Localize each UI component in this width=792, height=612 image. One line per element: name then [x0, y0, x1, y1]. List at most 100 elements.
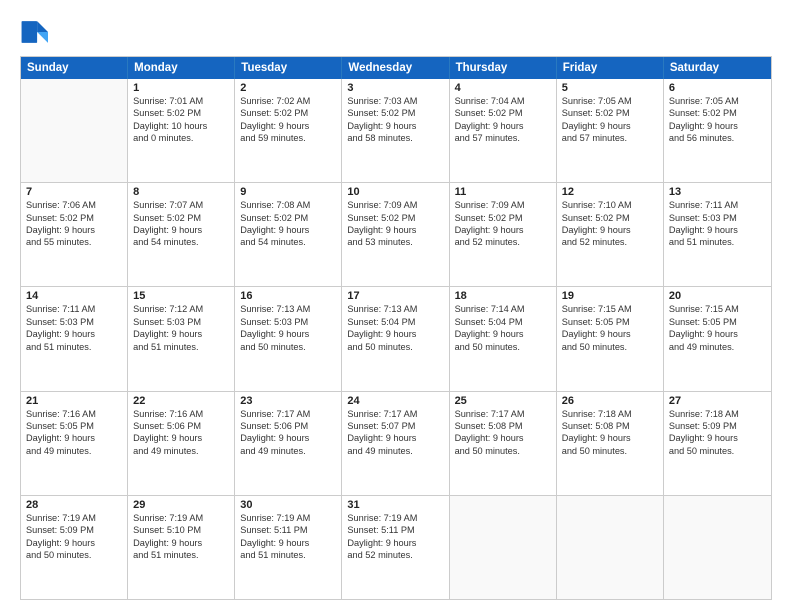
- cell-line: and 51 minutes.: [669, 236, 766, 248]
- cell-line: Daylight: 9 hours: [133, 328, 229, 340]
- cell-line: Daylight: 9 hours: [562, 328, 658, 340]
- cell-line: Daylight: 9 hours: [347, 328, 443, 340]
- cell-line: Daylight: 9 hours: [455, 328, 551, 340]
- cell-line: and 59 minutes.: [240, 132, 336, 144]
- day-number: 5: [562, 82, 658, 94]
- cell-line: Sunrise: 7:09 AM: [455, 199, 551, 211]
- cal-cell: [21, 79, 128, 182]
- day-number: 30: [240, 499, 336, 511]
- cal-cell: 7Sunrise: 7:06 AMSunset: 5:02 PMDaylight…: [21, 183, 128, 286]
- cell-line: Sunset: 5:11 PM: [347, 524, 443, 536]
- cell-line: Sunset: 5:10 PM: [133, 524, 229, 536]
- cell-line: Daylight: 9 hours: [455, 432, 551, 444]
- cal-cell: 12Sunrise: 7:10 AMSunset: 5:02 PMDayligh…: [557, 183, 664, 286]
- header-day-saturday: Saturday: [664, 57, 771, 79]
- cell-line: Daylight: 10 hours: [133, 120, 229, 132]
- cal-cell: 2Sunrise: 7:02 AMSunset: 5:02 PMDaylight…: [235, 79, 342, 182]
- cell-line: Sunset: 5:05 PM: [562, 316, 658, 328]
- cell-line: Sunrise: 7:17 AM: [347, 408, 443, 420]
- cell-line: Sunset: 5:03 PM: [26, 316, 122, 328]
- day-number: 13: [669, 186, 766, 198]
- cell-line: Daylight: 9 hours: [133, 537, 229, 549]
- day-number: 11: [455, 186, 551, 198]
- cell-line: Sunset: 5:02 PM: [133, 107, 229, 119]
- cell-line: and 51 minutes.: [26, 341, 122, 353]
- cal-cell: 27Sunrise: 7:18 AMSunset: 5:09 PMDayligh…: [664, 392, 771, 495]
- calendar-body: 1Sunrise: 7:01 AMSunset: 5:02 PMDaylight…: [21, 79, 771, 599]
- cell-line: Daylight: 9 hours: [240, 537, 336, 549]
- cell-line: and 57 minutes.: [455, 132, 551, 144]
- cell-line: and 0 minutes.: [133, 132, 229, 144]
- cell-line: Sunset: 5:03 PM: [133, 316, 229, 328]
- cal-cell: [450, 496, 557, 599]
- cell-line: Sunrise: 7:02 AM: [240, 95, 336, 107]
- cal-cell: 9Sunrise: 7:08 AMSunset: 5:02 PMDaylight…: [235, 183, 342, 286]
- cell-line: Sunset: 5:02 PM: [347, 107, 443, 119]
- cal-cell: 4Sunrise: 7:04 AMSunset: 5:02 PMDaylight…: [450, 79, 557, 182]
- cal-cell: 30Sunrise: 7:19 AMSunset: 5:11 PMDayligh…: [235, 496, 342, 599]
- day-number: 24: [347, 395, 443, 407]
- day-number: 7: [26, 186, 122, 198]
- cell-line: and 52 minutes.: [347, 549, 443, 561]
- cell-line: Sunrise: 7:19 AM: [26, 512, 122, 524]
- day-number: 27: [669, 395, 766, 407]
- week-row-4: 21Sunrise: 7:16 AMSunset: 5:05 PMDayligh…: [21, 391, 771, 495]
- cell-line: Sunset: 5:09 PM: [669, 420, 766, 432]
- cal-cell: 13Sunrise: 7:11 AMSunset: 5:03 PMDayligh…: [664, 183, 771, 286]
- logo: [20, 18, 52, 46]
- cell-line: Daylight: 9 hours: [455, 120, 551, 132]
- cell-line: Daylight: 9 hours: [26, 537, 122, 549]
- cell-line: and 49 minutes.: [240, 445, 336, 457]
- cell-line: Sunset: 5:02 PM: [669, 107, 766, 119]
- cell-line: Sunrise: 7:06 AM: [26, 199, 122, 211]
- cell-line: and 51 minutes.: [240, 549, 336, 561]
- cell-line: Sunrise: 7:10 AM: [562, 199, 658, 211]
- cell-line: Sunset: 5:07 PM: [347, 420, 443, 432]
- cell-line: Sunrise: 7:19 AM: [240, 512, 336, 524]
- cell-line: and 50 minutes.: [240, 341, 336, 353]
- cell-line: Sunset: 5:02 PM: [562, 212, 658, 224]
- cell-line: Sunset: 5:02 PM: [240, 212, 336, 224]
- day-number: 21: [26, 395, 122, 407]
- cell-line: Daylight: 9 hours: [240, 224, 336, 236]
- cell-line: Sunset: 5:02 PM: [455, 107, 551, 119]
- cell-line: Sunrise: 7:19 AM: [347, 512, 443, 524]
- cal-cell: 19Sunrise: 7:15 AMSunset: 5:05 PMDayligh…: [557, 287, 664, 390]
- header-day-friday: Friday: [557, 57, 664, 79]
- cell-line: Daylight: 9 hours: [26, 432, 122, 444]
- cell-line: Sunset: 5:02 PM: [133, 212, 229, 224]
- cell-line: Daylight: 9 hours: [455, 224, 551, 236]
- cal-cell: [557, 496, 664, 599]
- day-number: 14: [26, 290, 122, 302]
- cell-line: Sunset: 5:05 PM: [669, 316, 766, 328]
- week-row-5: 28Sunrise: 7:19 AMSunset: 5:09 PMDayligh…: [21, 495, 771, 599]
- cal-cell: 14Sunrise: 7:11 AMSunset: 5:03 PMDayligh…: [21, 287, 128, 390]
- header-day-sunday: Sunday: [21, 57, 128, 79]
- day-number: 18: [455, 290, 551, 302]
- cell-line: and 50 minutes.: [455, 341, 551, 353]
- day-number: 2: [240, 82, 336, 94]
- cell-line: and 53 minutes.: [347, 236, 443, 248]
- cell-line: Sunset: 5:02 PM: [455, 212, 551, 224]
- cell-line: Daylight: 9 hours: [669, 120, 766, 132]
- cal-cell: 26Sunrise: 7:18 AMSunset: 5:08 PMDayligh…: [557, 392, 664, 495]
- day-number: 19: [562, 290, 658, 302]
- cell-line: Sunrise: 7:04 AM: [455, 95, 551, 107]
- cell-line: Sunrise: 7:14 AM: [455, 303, 551, 315]
- day-number: 15: [133, 290, 229, 302]
- cell-line: Daylight: 9 hours: [347, 432, 443, 444]
- day-number: 4: [455, 82, 551, 94]
- day-number: 10: [347, 186, 443, 198]
- cell-line: Sunset: 5:03 PM: [669, 212, 766, 224]
- cal-cell: 16Sunrise: 7:13 AMSunset: 5:03 PMDayligh…: [235, 287, 342, 390]
- cal-cell: 21Sunrise: 7:16 AMSunset: 5:05 PMDayligh…: [21, 392, 128, 495]
- day-number: 22: [133, 395, 229, 407]
- page: SundayMondayTuesdayWednesdayThursdayFrid…: [0, 0, 792, 612]
- week-row-1: 1Sunrise: 7:01 AMSunset: 5:02 PMDaylight…: [21, 79, 771, 182]
- header: [20, 18, 772, 46]
- cell-line: Daylight: 9 hours: [562, 224, 658, 236]
- cell-line: Sunrise: 7:17 AM: [455, 408, 551, 420]
- cell-line: and 58 minutes.: [347, 132, 443, 144]
- cell-line: and 50 minutes.: [562, 445, 658, 457]
- cell-line: Sunrise: 7:05 AM: [562, 95, 658, 107]
